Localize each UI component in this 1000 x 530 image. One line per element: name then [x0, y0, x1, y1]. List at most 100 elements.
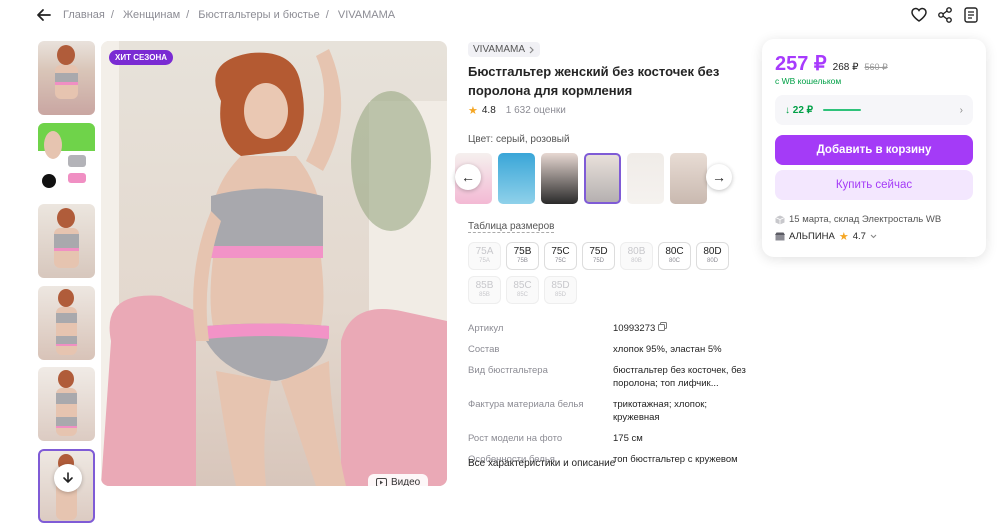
heart-icon[interactable] — [910, 6, 928, 24]
size-label: 85D — [551, 280, 570, 291]
color-option-selected[interactable] — [584, 152, 621, 204]
size-option: 85C 85C — [506, 276, 539, 304]
product-title: Бюстгальтер женский без косточек без пор… — [468, 64, 720, 98]
thumbnail[interactable] — [38, 204, 95, 278]
cashback-row[interactable]: ↓ 22 ₽ › — [775, 95, 973, 125]
size-sublabel: 85B — [479, 292, 490, 298]
spec-row: Состав хлопок 95%, эластан 5% — [468, 343, 748, 356]
spec-value: бюстгальтер без косточек, без поролона; … — [613, 365, 746, 389]
size-option: 75A 75A — [468, 242, 501, 270]
size-label: 85B — [475, 280, 494, 291]
chevron-down-icon — [870, 234, 877, 239]
seller-name: АЛЬПИНА — [789, 231, 835, 242]
breadcrumb-item-brand[interactable]: VIVAMAMA — [338, 9, 395, 21]
size-sublabel: 85D — [554, 292, 566, 298]
size-grid: 75A 75A 75B 75B 75C 75C 75D 75D 80B 80B 80C 80C 80D 8… — [468, 242, 738, 304]
color-option[interactable] — [627, 152, 664, 204]
size-option[interactable]: 75B 75B — [506, 242, 539, 270]
size-label: 75A — [475, 246, 494, 257]
more-icon[interactable] — [962, 6, 980, 24]
reviews-count[interactable]: 1 632 оценки — [506, 105, 566, 116]
shop-icon — [775, 232, 785, 241]
size-option[interactable]: 75C 75C — [544, 242, 577, 270]
chevron-right-icon — [529, 46, 534, 53]
breadcrumb-item-women[interactable]: Женщинам — [123, 9, 180, 21]
color-carousel: ← → — [455, 152, 735, 204]
spec-row: Рост модели на фото 175 см — [468, 432, 748, 445]
spec-value: хлопок 95%, эластан 5% — [613, 344, 722, 355]
color-label: Цвет: серый, розовый — [468, 134, 570, 145]
price-without-wallet: 268 ₽ — [832, 62, 859, 73]
wallet-note: с WB кошельком — [775, 76, 842, 86]
price-block: 257 ₽ 268 ₽ 560 ₽ — [775, 51, 888, 76]
spec-row: Вид бюстгальтера бюстгальтер без косточек… — [468, 364, 748, 390]
thumbnail-list — [38, 41, 96, 530]
color-option[interactable] — [498, 152, 535, 204]
spec-value: топ бюстгальтер с кружевом — [613, 454, 738, 465]
size-label: 80B — [627, 246, 646, 257]
buy-now-button[interactable]: Купить сейчас — [775, 170, 973, 200]
size-sublabel: 80C — [668, 258, 680, 264]
size-label: 85C — [513, 280, 532, 291]
brand-link[interactable]: VIVAMAMA — [468, 42, 541, 57]
cashback-progress — [823, 109, 862, 111]
top-bar: Главная / Женщинам / Бюстгальтеры и бюстье… — [0, 0, 1000, 30]
size-sublabel: 75C — [554, 258, 566, 264]
thumbnail[interactable] — [38, 41, 95, 115]
size-option: 85D 85D — [544, 276, 577, 304]
size-chart-link[interactable]: Таблица размеров — [468, 221, 555, 233]
thumbnail[interactable] — [38, 122, 95, 197]
arrow-down-icon — [63, 472, 73, 484]
delivery-info: 15 марта, склад Электросталь WB — [775, 214, 941, 225]
breadcrumb-item-home[interactable]: Главная — [63, 9, 105, 21]
spec-row: Фактура материала белья трикотажная; хлоп… — [468, 398, 748, 424]
brand-name: VIVAMAMA — [473, 44, 526, 55]
spec-key: Артикул — [468, 323, 504, 334]
size-label: 75C — [551, 246, 570, 257]
seller-info[interactable]: АЛЬПИНА ★ 4.7 — [775, 230, 877, 243]
all-characteristics-link[interactable]: Все характеристики и описание — [468, 458, 615, 469]
size-sublabel: 80B — [631, 258, 642, 264]
color-option[interactable] — [670, 152, 707, 204]
colors-prev-button[interactable]: ← — [455, 164, 481, 190]
size-option[interactable]: 75D 75D — [582, 242, 615, 270]
star-icon: ★ — [468, 105, 478, 117]
spec-key: Рост модели на фото — [468, 433, 563, 444]
video-button[interactable]: Видео — [368, 474, 429, 486]
product-rating[interactable]: ★ 4.8 1 632 оценки — [468, 104, 566, 117]
thumbnail[interactable] — [38, 285, 95, 360]
main-product-photo[interactable]: ХИТ СЕЗОНА Видео — [101, 41, 447, 486]
spec-value: трикотажная; хлопок; кружевная — [613, 399, 708, 423]
size-sublabel: 80D — [706, 258, 718, 264]
box-icon — [775, 215, 785, 224]
copy-icon[interactable] — [657, 322, 667, 331]
back-arrow-icon[interactable] — [36, 7, 52, 23]
breadcrumb: Главная / Женщинам / Бюстгальтеры и бюстье… — [63, 9, 396, 21]
size-option: 85B 85B — [468, 276, 501, 304]
spec-key: Фактура материала белья — [468, 399, 584, 410]
spec-key: Вид бюстгальтера — [468, 365, 548, 376]
breadcrumb-item-bras[interactable]: Бюстгальтеры и бюстье — [198, 9, 319, 21]
add-to-cart-button[interactable]: Добавить в корзину — [775, 135, 973, 165]
video-icon — [376, 478, 387, 486]
thumbnail[interactable] — [38, 367, 95, 441]
spec-key: Состав — [468, 344, 500, 355]
specs-table: Артикул 10993273 Состав хлопок 95%, эласта… — [468, 322, 748, 474]
size-option[interactable]: 80C 80C — [658, 242, 691, 270]
colors-next-button[interactable]: → — [706, 164, 732, 190]
size-label: 80D — [703, 246, 722, 257]
size-label: 75B — [513, 246, 532, 257]
price-old: 560 ₽ — [864, 62, 888, 72]
size-label: 75D — [589, 246, 608, 257]
size-option[interactable]: 80D 80D — [696, 242, 729, 270]
share-icon[interactable] — [936, 6, 954, 24]
seller-rating: 4.7 — [852, 231, 866, 242]
spec-value: 175 см — [613, 433, 643, 444]
thumbnails-scroll-down-button[interactable] — [54, 464, 82, 492]
article-number[interactable]: 10993273 — [613, 323, 655, 334]
buy-card: 257 ₽ 268 ₽ 560 ₽ с WB кошельком ↓ 22 ₽ … — [762, 39, 986, 257]
size-sublabel: 75A — [479, 258, 490, 264]
spec-value: 10993273 — [613, 322, 667, 335]
color-option[interactable] — [541, 152, 578, 204]
video-label: Видео — [391, 477, 421, 486]
